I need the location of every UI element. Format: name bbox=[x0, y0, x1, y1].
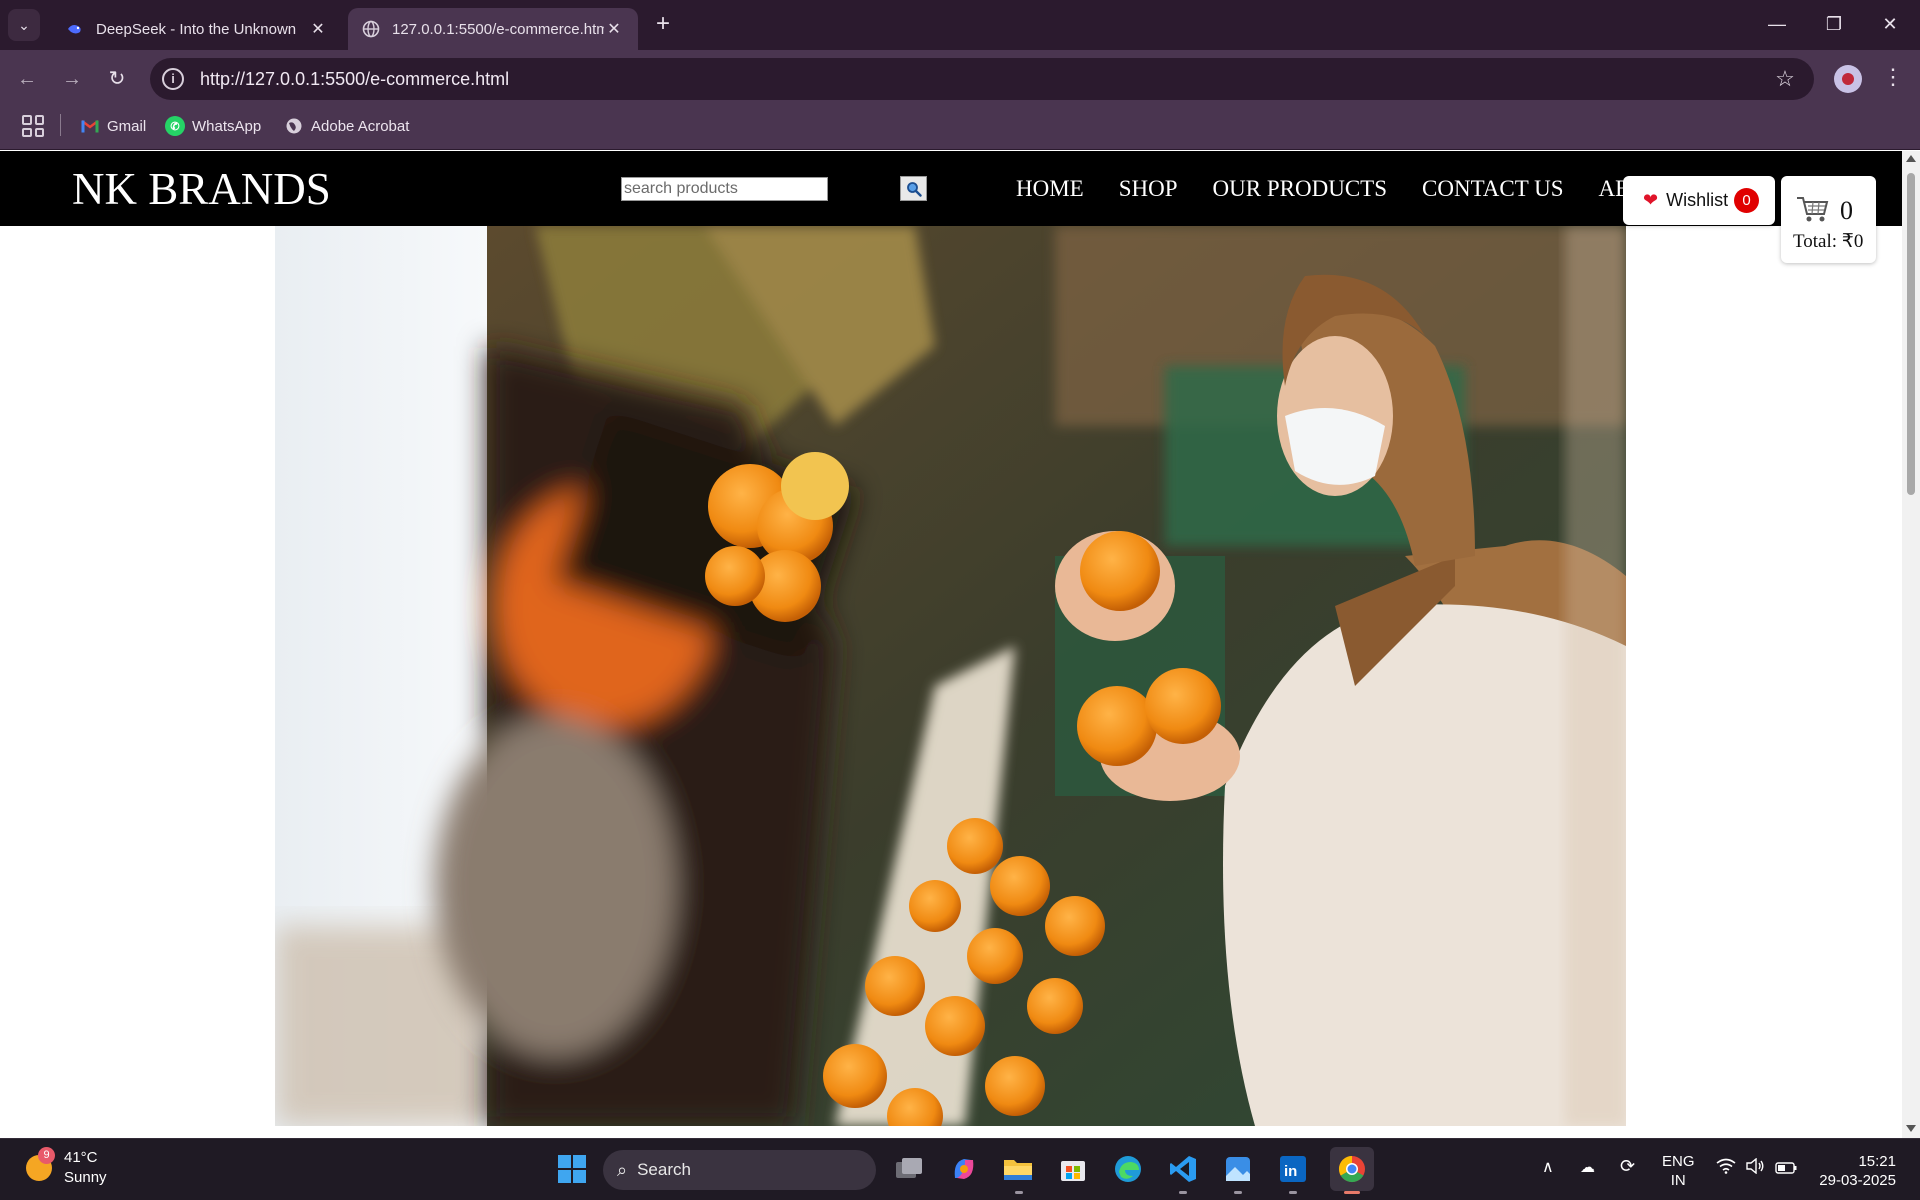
browser-tab-strip: ⌄ DeepSeek - Into the Unknown ✕ 127.0.0.… bbox=[0, 0, 1920, 50]
copilot-icon[interactable] bbox=[946, 1151, 982, 1187]
globe-icon bbox=[284, 116, 304, 136]
scroll-up-arrow-icon[interactable] bbox=[1906, 155, 1916, 162]
taskbar-search[interactable]: ⌕ Search bbox=[603, 1150, 876, 1190]
edge-icon[interactable] bbox=[1110, 1151, 1146, 1187]
hero-image bbox=[275, 226, 1626, 1126]
profile-avatar[interactable] bbox=[1834, 65, 1862, 93]
site-logo[interactable]: NK BRANDS bbox=[72, 163, 331, 215]
address-bar[interactable]: i http://127.0.0.1:5500/e-commerce.html … bbox=[150, 58, 1814, 100]
bookmark-adobe-acrobat[interactable]: Adobe Acrobat bbox=[284, 114, 409, 138]
sync-icon[interactable]: ⟳ bbox=[1620, 1157, 1635, 1176]
onedrive-icon[interactable]: ☁ bbox=[1580, 1158, 1595, 1177]
browser-tab-ecommerce[interactable]: 127.0.0.1:5500/e-commerce.html ✕ bbox=[348, 8, 638, 50]
running-indicator bbox=[1179, 1191, 1187, 1194]
language-indicator[interactable]: ENG IN bbox=[1662, 1152, 1695, 1190]
forward-arrow-icon[interactable]: → bbox=[59, 66, 85, 92]
scrollbar-thumb[interactable] bbox=[1907, 173, 1915, 495]
search-icon bbox=[906, 181, 922, 197]
weather-condition: Sunny bbox=[64, 1169, 107, 1186]
bookmark-whatsapp[interactable]: ✆ WhatsApp bbox=[165, 114, 261, 138]
task-view-icon[interactable] bbox=[891, 1151, 927, 1187]
main-nav: HOME SHOP OUR PRODUCTS CONTACT US ABOUT bbox=[1000, 151, 1625, 226]
vscode-icon[interactable] bbox=[1165, 1151, 1201, 1187]
chevron-up-icon[interactable]: ∧ bbox=[1542, 1158, 1554, 1177]
tab-title: 127.0.0.1:5500/e-commerce.html bbox=[392, 20, 604, 38]
svg-text:in: in bbox=[1284, 1163, 1297, 1180]
bookmark-label: Gmail bbox=[107, 117, 147, 135]
running-indicator bbox=[1015, 1191, 1023, 1194]
running-indicator bbox=[1234, 1191, 1242, 1194]
clock-date: 29-03-2025 bbox=[1819, 1172, 1896, 1189]
volume-icon[interactable] bbox=[1745, 1157, 1765, 1179]
weather-badge: 9 bbox=[38, 1147, 55, 1164]
cart-count: 0 bbox=[1840, 196, 1853, 225]
close-window-icon[interactable]: ✕ bbox=[1878, 12, 1902, 36]
weather-temp: 41°C bbox=[64, 1149, 98, 1166]
site-info-icon[interactable]: i bbox=[162, 68, 184, 90]
bookmark-label: Adobe Acrobat bbox=[311, 117, 410, 135]
reload-icon[interactable]: ↻ bbox=[104, 66, 130, 92]
bookmark-star-icon[interactable]: ☆ bbox=[1770, 66, 1800, 92]
page-scrollbar[interactable] bbox=[1902, 151, 1920, 1138]
new-tab-icon[interactable]: + bbox=[650, 12, 676, 38]
restore-icon[interactable]: ❐ bbox=[1822, 12, 1846, 36]
gmail-icon bbox=[80, 116, 100, 136]
wishlist-count-badge: 0 bbox=[1734, 188, 1760, 213]
tab-search-button[interactable]: ⌄ bbox=[8, 9, 40, 41]
nav-contact-us[interactable]: CONTACT US bbox=[1422, 176, 1564, 202]
apps-grid-icon[interactable] bbox=[22, 115, 44, 137]
bookmark-label: WhatsApp bbox=[192, 117, 262, 135]
browser-menu-icon[interactable]: ⋮ bbox=[1882, 64, 1904, 94]
sun-icon: 9 bbox=[26, 1147, 55, 1181]
photos-icon[interactable] bbox=[1220, 1151, 1256, 1187]
deepseek-icon bbox=[66, 20, 84, 38]
running-indicator bbox=[1289, 1191, 1297, 1194]
wishlist-label: Wishlist bbox=[1666, 190, 1729, 210]
site-header: NK BRANDS HOME SHOP OUR PRODUCTS CONTACT… bbox=[0, 151, 1902, 226]
windows-logo-icon bbox=[558, 1155, 586, 1183]
weather-widget[interactable]: 9 41°C Sunny bbox=[26, 1147, 107, 1188]
cart-icon bbox=[1797, 197, 1829, 222]
nav-home[interactable]: HOME bbox=[1016, 176, 1084, 202]
whatsapp-icon: ✆ bbox=[165, 116, 185, 136]
globe-icon bbox=[362, 20, 380, 38]
system-clock[interactable]: 15:21 29-03-2025 bbox=[1812, 1152, 1896, 1190]
close-tab-icon[interactable]: ✕ bbox=[604, 19, 624, 39]
search-button[interactable] bbox=[900, 176, 927, 201]
search-input[interactable] bbox=[621, 177, 828, 201]
linkedin-icon[interactable]: in bbox=[1275, 1151, 1311, 1187]
bookmark-gmail[interactable]: Gmail bbox=[80, 114, 146, 138]
chrome-icon[interactable] bbox=[1330, 1147, 1374, 1191]
taskbar-search-label: Search bbox=[637, 1160, 691, 1179]
close-tab-icon[interactable]: ✕ bbox=[308, 19, 328, 39]
file-explorer-icon[interactable] bbox=[1000, 1151, 1036, 1187]
tab-title: DeepSeek - Into the Unknown bbox=[96, 20, 297, 38]
clock-time: 15:21 bbox=[1858, 1153, 1896, 1170]
minimize-icon[interactable]: — bbox=[1765, 12, 1789, 36]
nav-our-products[interactable]: OUR PRODUCTS bbox=[1213, 176, 1387, 202]
bookmark-divider bbox=[60, 114, 61, 136]
search-icon: ⌕ bbox=[617, 1159, 628, 1180]
language-code: ENG bbox=[1662, 1153, 1695, 1170]
microsoft-store-icon[interactable] bbox=[1055, 1151, 1091, 1187]
start-button[interactable] bbox=[554, 1151, 590, 1187]
running-indicator bbox=[1344, 1191, 1360, 1194]
cart-total: Total: ₹0 bbox=[1793, 231, 1864, 252]
scroll-down-arrow-icon[interactable] bbox=[1906, 1125, 1916, 1132]
region-code: IN bbox=[1670, 1172, 1686, 1189]
wifi-icon[interactable] bbox=[1716, 1158, 1736, 1179]
heart-icon: ❤ bbox=[1643, 190, 1659, 210]
nav-about[interactable]: ABOUT bbox=[1599, 176, 1625, 202]
url-text[interactable]: http://127.0.0.1:5500/e-commerce.html bbox=[200, 69, 1770, 90]
cart-widget[interactable]: 0 Total: ₹0 bbox=[1781, 176, 1876, 263]
browser-tab-deepseek[interactable]: DeepSeek - Into the Unknown ✕ bbox=[52, 8, 342, 50]
wishlist-button[interactable]: ❤ Wishlist 0 bbox=[1623, 176, 1775, 225]
nav-shop[interactable]: SHOP bbox=[1119, 176, 1178, 202]
back-arrow-icon[interactable]: ← bbox=[14, 66, 40, 92]
battery-icon[interactable] bbox=[1775, 1160, 1797, 1179]
page-viewport: NK BRANDS HOME SHOP OUR PRODUCTS CONTACT… bbox=[0, 151, 1902, 1138]
